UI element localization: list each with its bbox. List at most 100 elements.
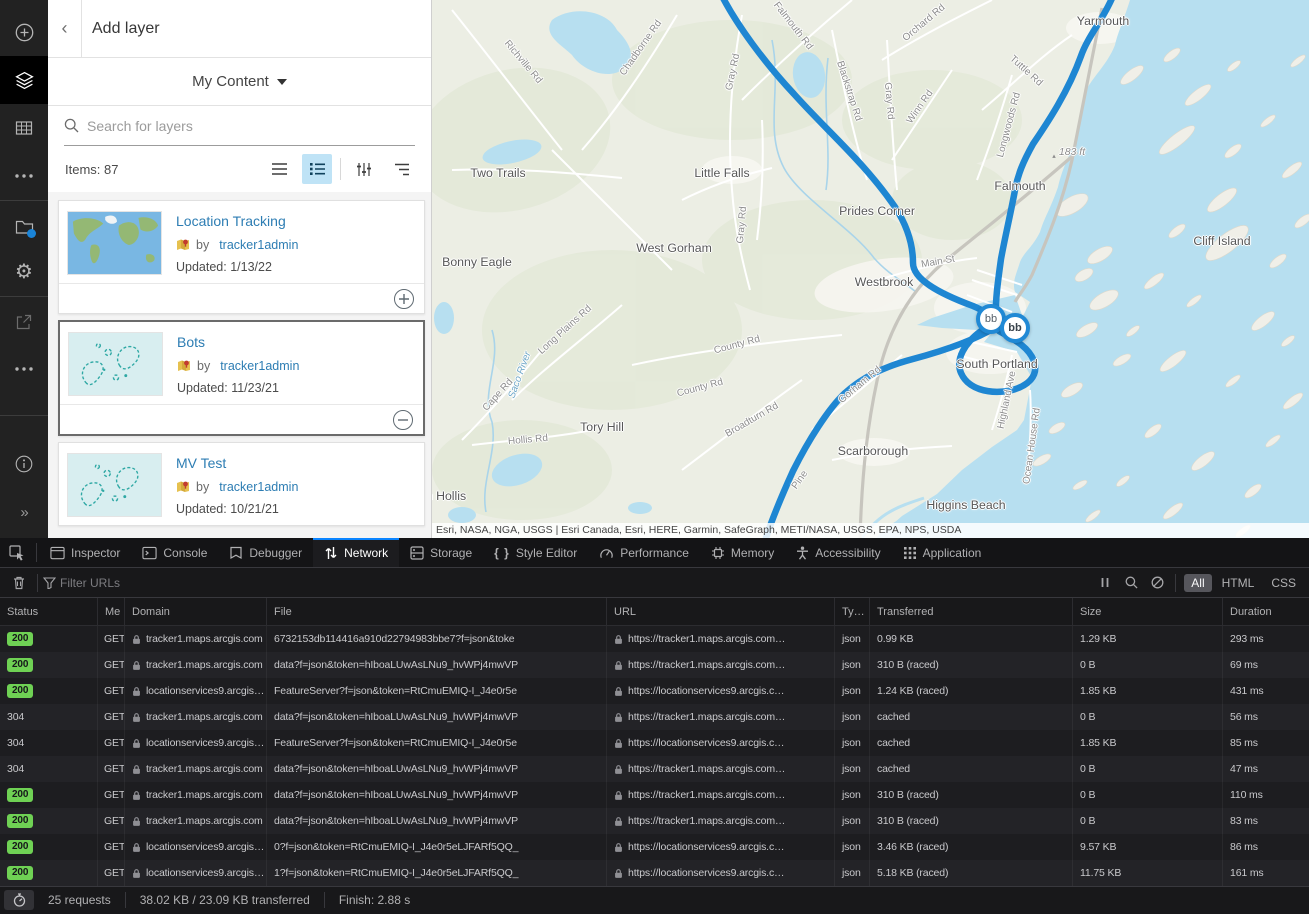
map-place-label: Two Trails <box>470 166 526 180</box>
url-cell: https://tracker1.maps.arcgis.com… <box>607 808 835 834</box>
search-input[interactable] <box>87 117 415 134</box>
network-request-row[interactable]: 304 GET tracker1.maps.arcgis.com data?f=jso… <box>0 704 1309 730</box>
pick-element-button[interactable] <box>0 538 34 567</box>
filter-chip-html[interactable]: HTML <box>1215 574 1262 592</box>
tab-memory[interactable]: Memory <box>700 538 785 567</box>
layer-card-bots[interactable]: Bots by tracker1admin Updated: 11/23/21 <box>58 320 425 436</box>
column-header-url[interactable]: URL <box>607 598 835 625</box>
tab-style-editor[interactable]: { } Style Editor <box>483 538 588 567</box>
tab-storage[interactable]: Storage <box>399 538 483 567</box>
transferred-cell: 5.18 KB (raced) <box>870 860 1073 886</box>
by-label: by <box>196 238 210 252</box>
column-header-file[interactable]: File <box>267 598 607 625</box>
lock-icon <box>133 660 140 670</box>
settings-button[interactable]: ⚙ <box>0 248 48 296</box>
column-header-transferred[interactable]: Transferred <box>870 598 1073 625</box>
network-request-row[interactable]: 304 GET tracker1.maps.arcgis.com data?f=jso… <box>0 756 1309 782</box>
file-cell: data?f=json&token=hIboaLUwAsLNu9_hvWPj4m… <box>267 808 607 834</box>
network-request-row[interactable]: 200 GET tracker1.maps.arcgis.com data?f=jso… <box>0 782 1309 808</box>
column-header-size[interactable]: Size <box>1073 598 1223 625</box>
tab-network[interactable]: Network <box>313 538 400 567</box>
owner-link[interactable]: tracker1admin <box>219 238 298 252</box>
owner-link[interactable]: tracker1admin <box>220 359 299 373</box>
more-tools-button[interactable] <box>0 345 48 393</box>
size-cell: 1.29 KB <box>1073 626 1223 652</box>
lock-icon <box>615 712 622 722</box>
detail-list-view-button[interactable] <box>302 154 332 184</box>
column-header-method[interactable]: Me <box>98 598 125 625</box>
collapse-button[interactable]: » <box>0 488 48 536</box>
duration-cell: 161 ms <box>1230 867 1264 879</box>
add-content-button[interactable] <box>0 8 48 56</box>
layers-icon <box>14 71 34 89</box>
tab-debugger[interactable]: Debugger <box>218 538 313 567</box>
filter-chip-all[interactable]: All <box>1184 573 1212 592</box>
network-summary-bar: 25 requests 38.02 KB / 23.09 KB transfer… <box>0 886 1309 912</box>
pause-log-button[interactable] <box>1092 571 1118 595</box>
sort-button[interactable] <box>387 154 417 184</box>
column-header-type[interactable]: Ty… <box>835 598 870 625</box>
network-request-row[interactable]: 200 GET locationservices9.arcgis… FeatureSe… <box>0 678 1309 704</box>
devtools-tabbar: Inspector Console Debugger Network Stora… <box>0 538 1309 568</box>
devtools-panel: Inspector Console Debugger Network Stora… <box>0 538 1309 914</box>
status-cell: 200 <box>0 860 98 886</box>
tables-button[interactable] <box>0 104 48 152</box>
status-cell: 200 <box>0 808 98 834</box>
type-cell: json <box>835 704 870 730</box>
map-pin-icon <box>178 360 190 371</box>
by-label: by <box>196 480 210 494</box>
file-cell: 1?f=json&token=RtCmuEMIQ-I_J4e0r5eLJFARf… <box>267 860 607 886</box>
list-view-button[interactable] <box>264 154 294 184</box>
tab-application[interactable]: Application <box>892 538 993 567</box>
layer-card-mv-test[interactable]: MV Test by tracker1admin Updated: 10/21/… <box>58 442 425 526</box>
basemap-button[interactable] <box>0 202 48 250</box>
status-badge: 200 <box>7 658 34 672</box>
content-source-dropdown[interactable]: My Content <box>48 58 431 106</box>
layers-button[interactable] <box>0 56 48 104</box>
tab-inspector[interactable]: Inspector <box>39 538 131 567</box>
size-cell: 1.85 KB <box>1073 678 1223 704</box>
network-request-row[interactable]: 304 GET locationservices9.arcgis… FeatureSe… <box>0 730 1309 756</box>
info-button[interactable] <box>0 440 48 488</box>
remove-layer-from-map-button[interactable] <box>393 409 413 430</box>
panel-title: Add layer <box>92 19 160 37</box>
info-icon <box>15 455 33 473</box>
filter-urls-input[interactable] <box>60 575 1093 590</box>
map-view[interactable]: Two Trails Little Falls Prides Corner Falmo… <box>432 0 1309 538</box>
toolbar-divider <box>37 573 38 592</box>
layer-title-link[interactable]: MV Test <box>176 455 298 471</box>
column-header-duration[interactable]: Duration <box>1223 598 1309 625</box>
lock-icon <box>133 868 140 878</box>
lock-icon <box>615 816 622 826</box>
throttling-button[interactable] <box>4 889 34 910</box>
more-top-button[interactable] <box>0 152 48 200</box>
clear-requests-button[interactable] <box>6 571 32 595</box>
layer-title-link[interactable]: Bots <box>177 334 299 350</box>
column-header-status[interactable]: Status <box>0 598 98 625</box>
search-requests-button[interactable] <box>1118 571 1144 595</box>
map-road-label: Blackstrap Rd <box>834 59 864 123</box>
network-request-row[interactable]: 200 GET locationservices9.arcgis… 1?f=json&… <box>0 860 1309 886</box>
layer-card-location-tracking[interactable]: Location Tracking by tracker1admin Updat… <box>58 200 425 314</box>
tab-accessibility[interactable]: Accessibility <box>785 538 891 567</box>
network-request-row[interactable]: 200 GET locationservices9.arcgis… 0?f=json&… <box>0 834 1309 860</box>
network-request-row[interactable]: 200 GET tracker1.maps.arcgis.com 6732153db1… <box>0 626 1309 652</box>
tracked-user-marker[interactable]: bb <box>1000 313 1030 343</box>
search-icon <box>1125 576 1138 589</box>
network-request-row[interactable]: 200 GET tracker1.maps.arcgis.com data?f=jso… <box>0 808 1309 834</box>
owner-link[interactable]: tracker1admin <box>219 480 298 494</box>
tab-performance[interactable]: Performance <box>588 538 700 567</box>
network-request-row[interactable]: 200 GET tracker1.maps.arcgis.com data?f=jso… <box>0 652 1309 678</box>
filter-button[interactable] <box>349 154 379 184</box>
share-button[interactable] <box>0 298 48 346</box>
tab-console[interactable]: Console <box>131 538 218 567</box>
back-button[interactable]: ‹ <box>48 0 82 58</box>
add-layer-to-map-button[interactable] <box>394 288 414 309</box>
tabbar-divider <box>36 543 37 562</box>
map-place-label: Cliff Island <box>1193 234 1251 248</box>
layer-title-link[interactable]: Location Tracking <box>176 213 298 229</box>
column-header-domain[interactable]: Domain <box>125 598 267 625</box>
domain-cell: tracker1.maps.arcgis.com <box>125 782 267 808</box>
filter-chip-css[interactable]: CSS <box>1264 574 1303 592</box>
block-requests-button[interactable] <box>1144 571 1170 595</box>
